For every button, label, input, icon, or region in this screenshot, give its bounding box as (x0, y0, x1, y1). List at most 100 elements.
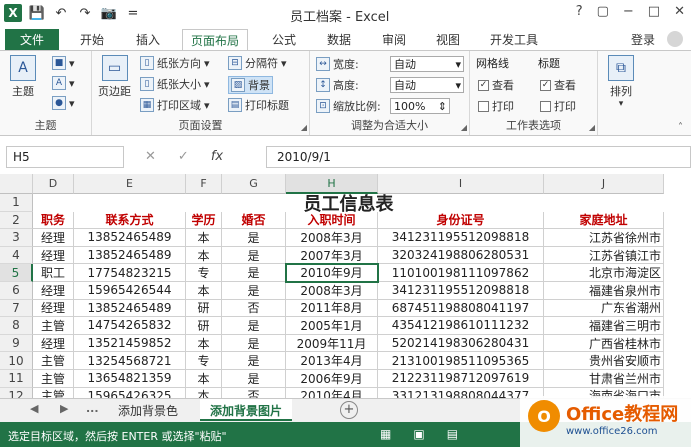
column-header-j[interactable]: J (544, 174, 664, 194)
data-cell-i[interactable]: 320324198806280531 (378, 246, 544, 265)
data-cell-f[interactable]: 本 (186, 282, 222, 300)
header-cell-i[interactable]: 身份证号 (378, 211, 544, 230)
breaks-button[interactable]: ⊟ 分隔符 ▾ (228, 55, 287, 71)
data-cell-d[interactable]: 经理 (33, 229, 74, 247)
data-cell-d[interactable]: 主管 (33, 370, 74, 388)
add-sheet-button[interactable]: + (340, 401, 358, 419)
scale-input[interactable]: 100% ⇕ (390, 98, 450, 114)
print-titles-button[interactable]: ▤ 打印标题 (228, 97, 289, 113)
orientation-button[interactable]: ▯ 纸张方向 ▾ (140, 55, 210, 71)
data-cell-j[interactable]: 甘肃省兰州市 (544, 370, 664, 388)
sheet-title-cell[interactable]: 员工信息表 (33, 194, 664, 215)
data-cell-e[interactable]: 13852465489 (74, 246, 186, 265)
row-header-9[interactable]: 9 (0, 334, 33, 353)
column-header-i[interactable]: I (378, 174, 544, 194)
data-cell-j[interactable]: 福建省泉州市 (544, 282, 664, 300)
data-cell-d[interactable]: 职工 (33, 264, 74, 282)
data-cell-d[interactable]: 主管 (33, 317, 74, 335)
data-cell-e[interactable]: 13521459852 (74, 334, 186, 353)
row-header-2[interactable]: 2 (0, 211, 33, 230)
row-header-1[interactable]: 1 (0, 194, 33, 212)
data-cell-d[interactable]: 经理 (33, 299, 74, 318)
page-break-view-icon[interactable]: ▤ (447, 427, 458, 441)
sign-in-link[interactable]: 登录 (631, 31, 655, 48)
camera-icon[interactable]: 📷 (100, 4, 118, 22)
headings-print-checkbox[interactable]: 打印 (540, 98, 576, 114)
minimize-button[interactable]: − (623, 4, 634, 19)
collapse-ribbon-icon[interactable]: ˄ (678, 122, 683, 133)
data-cell-h[interactable]: 2006年9月 (286, 370, 378, 388)
background-button[interactable]: ▨ 背景 (228, 76, 273, 94)
data-cell-g[interactable]: 是 (222, 317, 286, 335)
header-cell-g[interactable]: 婚否 (222, 211, 286, 230)
data-cell-g[interactable]: 是 (222, 334, 286, 353)
data-cell-f[interactable]: 专 (186, 264, 222, 282)
data-cell-f[interactable]: 本 (186, 246, 222, 265)
row-header-10[interactable]: 10 (0, 352, 33, 370)
data-cell-i[interactable]: 341231195512098818 (378, 282, 544, 300)
sheet-tab-bg-color[interactable]: 添加背景色 (108, 399, 188, 421)
data-cell-j[interactable]: 广东省潮州 (544, 299, 664, 318)
tab-view[interactable]: 视图 (436, 31, 460, 48)
data-cell-f[interactable]: 本 (186, 334, 222, 353)
arrange-button[interactable]: ⧉ 排列 ▾ (608, 55, 634, 109)
data-cell-j[interactable]: 江苏省镇江市 (544, 246, 664, 265)
data-cell-j[interactable]: 广西省桂林市 (544, 334, 664, 353)
sheet-options-launcher-icon[interactable]: ◢ (589, 123, 595, 132)
data-cell-h[interactable]: 2007年3月 (286, 246, 378, 265)
close-button[interactable]: ✕ (674, 4, 685, 19)
data-cell-i[interactable]: 341231195512098818 (378, 229, 544, 247)
help-button[interactable]: ? (576, 4, 583, 19)
data-cell-i[interactable]: 520214198306280431 (378, 334, 544, 353)
data-cell-g[interactable]: 是 (222, 264, 286, 282)
data-cell-g[interactable]: 是 (222, 229, 286, 247)
sheet-tab-bg-image[interactable]: 添加背景图片 (200, 399, 293, 421)
data-cell-g[interactable]: 是 (222, 352, 286, 370)
data-cell-d[interactable]: 主管 (33, 352, 74, 370)
data-cell-j[interactable]: 贵州省安顺市 (544, 352, 664, 370)
fx-icon[interactable]: fx (211, 149, 223, 164)
data-cell-e[interactable]: 17754823215 (74, 264, 186, 282)
data-cell-e[interactable]: 13852465489 (74, 229, 186, 247)
data-cell-f[interactable]: 专 (186, 352, 222, 370)
tab-review[interactable]: 审阅 (382, 31, 406, 48)
header-cell-e[interactable]: 联系方式 (74, 211, 186, 230)
data-cell-d[interactable]: 经理 (33, 282, 74, 300)
row-header-4[interactable]: 4 (0, 246, 33, 265)
row-header-5[interactable]: 5 (0, 264, 33, 282)
data-cell-e[interactable]: 14754265832 (74, 317, 186, 335)
row-header-11[interactable]: 11 (0, 370, 33, 388)
tab-data[interactable]: 数据 (327, 31, 351, 48)
column-header-d[interactable]: D (33, 174, 74, 194)
formula-input[interactable]: 2010/9/1 (266, 146, 691, 168)
column-header-g[interactable]: G (222, 174, 286, 194)
row-header-8[interactable]: 8 (0, 317, 33, 335)
data-cell-e[interactable]: 13254568721 (74, 352, 186, 370)
sheet-prev-icon[interactable]: ◀ (30, 402, 38, 415)
normal-view-icon[interactable]: ▦ (380, 427, 391, 441)
theme-colors-button[interactable]: ■ ▾ (52, 56, 75, 70)
data-cell-j[interactable]: 福建省三明市 (544, 317, 664, 335)
headings-view-checkbox[interactable]: ✓ 查看 (540, 77, 576, 93)
column-header-f[interactable]: F (186, 174, 222, 194)
data-cell-f[interactable]: 研 (186, 317, 222, 335)
avatar[interactable] (667, 31, 683, 47)
header-cell-f[interactable]: 学历 (186, 211, 222, 230)
tab-formulas[interactable]: 公式 (272, 31, 296, 48)
data-cell-e[interactable]: 15965426544 (74, 282, 186, 300)
data-cell-h[interactable]: 2005年1月 (286, 317, 378, 335)
data-cell-h[interactable]: 2009年11月 (286, 334, 378, 353)
print-area-button[interactable]: ▦ 打印区域 ▾ (140, 97, 210, 113)
width-select[interactable]: 自动 ▾ (390, 56, 464, 72)
data-cell-g[interactable]: 否 (222, 299, 286, 318)
themes-button[interactable]: A 主题 (10, 55, 36, 99)
row-header-6[interactable]: 6 (0, 282, 33, 300)
data-cell-d[interactable]: 经理 (33, 246, 74, 265)
header-cell-j[interactable]: 家庭地址 (544, 211, 664, 230)
header-cell-d[interactable]: 职务 (33, 211, 74, 230)
data-cell-d[interactable]: 经理 (33, 334, 74, 353)
data-cell-h[interactable]: 2008年3月 (286, 229, 378, 247)
data-cell-g[interactable]: 是 (222, 282, 286, 300)
save-icon[interactable]: 💾 (28, 4, 46, 22)
cancel-icon[interactable]: ✕ (145, 149, 156, 164)
